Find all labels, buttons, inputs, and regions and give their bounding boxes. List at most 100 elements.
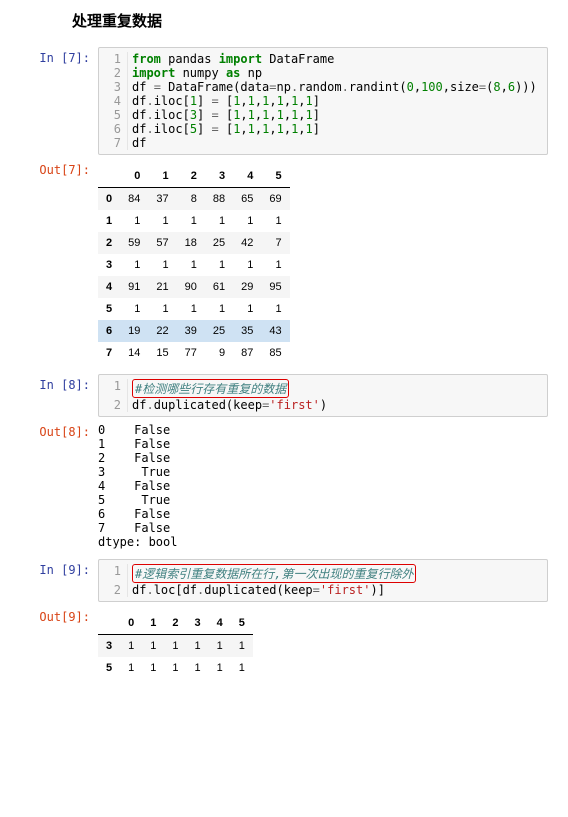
text-output-8: 0 False 1 False 2 False 3 True 4 False 5… <box>98 423 548 549</box>
cell-value: 65 <box>233 188 261 211</box>
code-line: df <box>127 136 547 150</box>
out-prompt-9: Out[9]: <box>20 606 98 624</box>
table-row: 4912190612995 <box>98 276 290 298</box>
cell-7: In [7]: 1from pandas import DataFrame2im… <box>20 47 548 364</box>
cell-value: 77 <box>177 342 205 364</box>
cell-value: 18 <box>177 232 205 254</box>
cell-value: 1 <box>148 254 176 276</box>
line-number: 2 <box>99 398 127 412</box>
cell-value: 37 <box>148 188 176 211</box>
notebook-page: 处理重复数据 In [7]: 1from pandas import DataF… <box>0 0 568 709</box>
cell-value: 1 <box>187 635 209 658</box>
output-7: 0123450843788865691111111259571825427311… <box>98 159 548 364</box>
row-index: 1 <box>98 210 120 232</box>
code-input-8[interactable]: 1#检测哪些行存有重复的数据2df.duplicated(keep='first… <box>98 374 548 417</box>
cell-value: 1 <box>205 298 233 320</box>
code-line: df.iloc[5] = [1,1,1,1,1,1] <box>127 122 547 136</box>
cell-value: 1 <box>148 210 176 232</box>
cell-value: 1 <box>164 635 186 658</box>
cell-value: 42 <box>233 232 261 254</box>
column-header: 4 <box>233 165 261 188</box>
cell-value: 1 <box>120 254 148 276</box>
cell-value: 90 <box>177 276 205 298</box>
in-prompt-8: In [8]: <box>20 374 98 392</box>
cell-value: 95 <box>261 276 289 298</box>
cell-value: 59 <box>120 232 148 254</box>
row-index: 3 <box>98 635 120 658</box>
cell-value: 1 <box>209 657 231 679</box>
cell-value: 1 <box>233 254 261 276</box>
table-row: 714157798785 <box>98 342 290 364</box>
cell-value: 1 <box>233 210 261 232</box>
page-title: 处理重复数据 <box>72 10 548 31</box>
cell-value: 85 <box>261 342 289 364</box>
code-line: df.duplicated(keep='first') <box>127 398 547 412</box>
cell-value: 25 <box>205 320 233 342</box>
code-line: import numpy as np <box>127 66 547 80</box>
table-row: 1111111 <box>98 210 290 232</box>
cell-value: 1 <box>142 657 164 679</box>
cell-value: 1 <box>177 254 205 276</box>
cell-value: 39 <box>177 320 205 342</box>
column-header: 2 <box>177 165 205 188</box>
column-header: 0 <box>120 612 142 635</box>
cell-value: 87 <box>233 342 261 364</box>
line-number: 7 <box>99 136 127 150</box>
code-line: from pandas import DataFrame <box>127 52 547 66</box>
row-index: 3 <box>98 254 120 276</box>
cell-value: 84 <box>120 188 148 211</box>
cell-value: 25 <box>205 232 233 254</box>
cell-value: 1 <box>164 657 186 679</box>
column-header: 1 <box>142 612 164 635</box>
cell-value: 19 <box>120 320 148 342</box>
cell-value: 1 <box>261 254 289 276</box>
cell-value: 1 <box>120 210 148 232</box>
output-9: 01234531111115111111 <box>98 606 548 679</box>
code-line: df.iloc[3] = [1,1,1,1,1,1] <box>127 108 547 122</box>
code-line: df = DataFrame(data=np.random.randint(0,… <box>127 80 547 94</box>
cell-value: 1 <box>209 635 231 658</box>
column-header: 1 <box>148 165 176 188</box>
table-row: 5111111 <box>98 298 290 320</box>
cell-value: 1 <box>261 210 289 232</box>
row-index: 5 <box>98 657 120 679</box>
line-number: 1 <box>99 379 127 393</box>
in-prompt-9: In [9]: <box>20 559 98 577</box>
line-number: 4 <box>99 94 127 108</box>
column-header: 3 <box>187 612 209 635</box>
line-number: 1 <box>99 564 127 578</box>
cell-value: 1 <box>142 635 164 658</box>
code-line: #检测哪些行存有重复的数据 <box>127 379 547 398</box>
table-row: 6192239253543 <box>98 320 290 342</box>
row-index: 2 <box>98 232 120 254</box>
line-number: 3 <box>99 80 127 94</box>
code-line: #逻辑索引重复数据所在行,第一次出现的重复行除外 <box>127 564 547 583</box>
line-number: 5 <box>99 108 127 122</box>
cell-8: In [8]: 1#检测哪些行存有重复的数据2df.duplicated(kee… <box>20 374 548 549</box>
cell-9: In [9]: 1#逻辑索引重复数据所在行,第一次出现的重复行除外2df.loc… <box>20 559 548 679</box>
cell-value: 43 <box>261 320 289 342</box>
code-input-9[interactable]: 1#逻辑索引重复数据所在行,第一次出现的重复行除外2df.loc[df.dupl… <box>98 559 548 602</box>
cell-value: 1 <box>187 657 209 679</box>
line-number: 1 <box>99 52 127 66</box>
cell-value: 1 <box>233 298 261 320</box>
code-input-7[interactable]: 1from pandas import DataFrame2import num… <box>98 47 548 155</box>
out-prompt-7: Out[7]: <box>20 159 98 177</box>
cell-value: 69 <box>261 188 289 211</box>
cell-value: 1 <box>231 635 253 658</box>
column-header: 4 <box>209 612 231 635</box>
cell-value: 1 <box>205 254 233 276</box>
row-index: 6 <box>98 320 120 342</box>
cell-value: 21 <box>148 276 176 298</box>
in-prompt-7: In [7]: <box>20 47 98 65</box>
row-index: 7 <box>98 342 120 364</box>
cell-value: 57 <box>148 232 176 254</box>
table-row: 3111111 <box>98 635 253 658</box>
cell-value: 15 <box>148 342 176 364</box>
column-header: 0 <box>120 165 148 188</box>
code-line: df.loc[df.duplicated(keep='first')] <box>127 583 547 597</box>
column-header: 2 <box>164 612 186 635</box>
cell-value: 22 <box>148 320 176 342</box>
cell-value: 1 <box>205 210 233 232</box>
cell-value: 14 <box>120 342 148 364</box>
